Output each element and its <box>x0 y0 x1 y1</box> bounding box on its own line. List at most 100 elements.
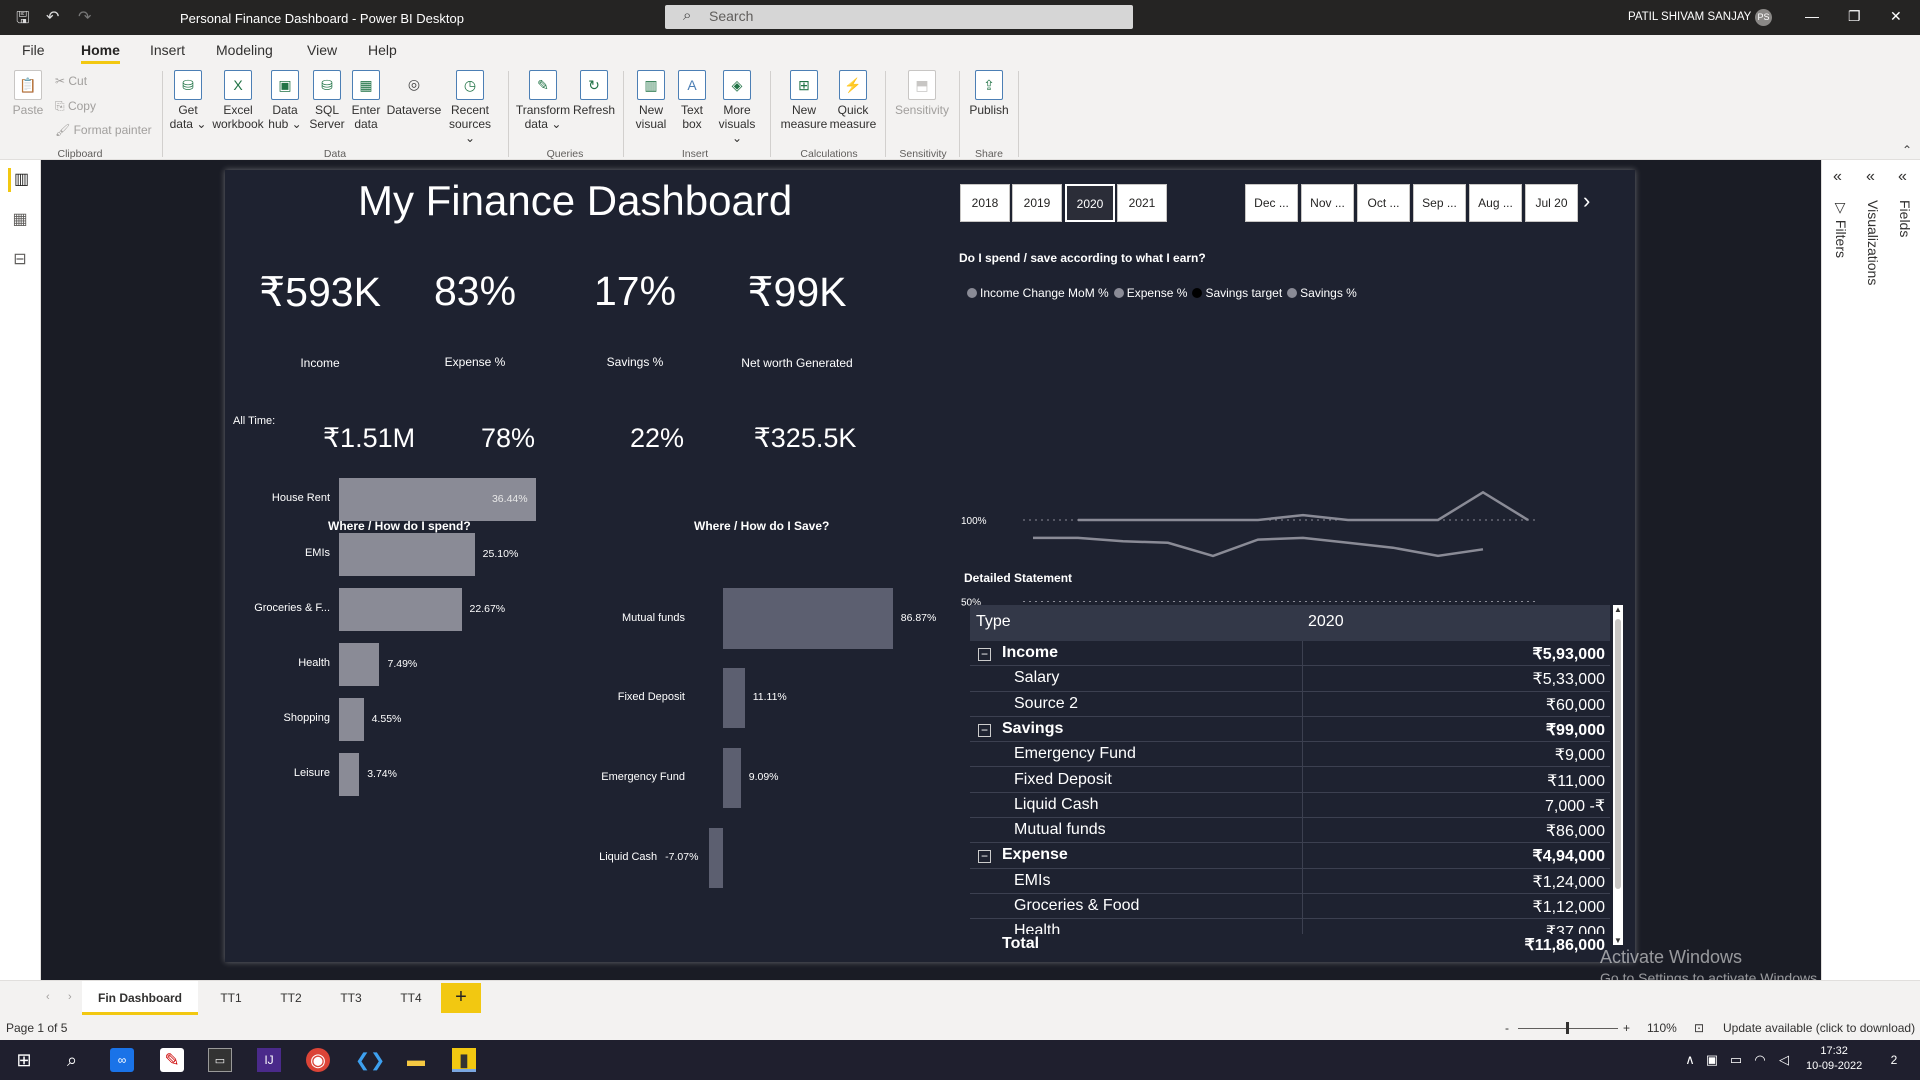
power-bi-icon[interactable]: ▮ <box>452 1048 476 1072</box>
app-icon[interactable]: ∞ <box>110 1048 134 1072</box>
refresh-button[interactable]: ↻ Refresh <box>572 70 616 117</box>
table-row[interactable]: Fixed Deposit ₹11,000 <box>970 768 1610 793</box>
transform-data-button[interactable]: ✎ Transform data ⌄ <box>514 70 572 131</box>
slicer-month[interactable]: Jul 20 <box>1525 184 1578 222</box>
scroll-up-icon[interactable]: ▲ <box>1614 605 1622 614</box>
fields-pane-tab[interactable]: Fields <box>1897 200 1913 237</box>
tab-fin-dashboard[interactable]: Fin Dashboard <box>82 981 198 1015</box>
slicer-month[interactable]: Sep ... <box>1413 184 1466 222</box>
chrome-icon[interactable]: ◉ <box>306 1048 330 1072</box>
spend-bar[interactable] <box>339 643 380 686</box>
zoom-out-button[interactable]: - <box>1505 1021 1509 1035</box>
table-row[interactable]: Mutual funds ₹86,000 <box>970 818 1610 844</box>
line-series[interactable] <box>1033 536 1484 558</box>
sensitivity-button[interactable]: ⬒ Sensitivity <box>893 70 951 117</box>
scroll-down-icon[interactable]: ▼ <box>1614 936 1622 945</box>
spend-bar[interactable] <box>339 698 364 741</box>
taskbar-clock[interactable]: 17:32 10-09-2022 <box>1806 1044 1862 1074</box>
slicer-year-2018[interactable]: 2018 <box>960 184 1010 222</box>
spend-bar[interactable] <box>339 588 462 631</box>
collapse-icon[interactable]: − <box>978 723 991 737</box>
tab-tt4[interactable]: TT4 <box>386 981 436 1015</box>
table-row[interactable]: Liquid Cash 7,000 -₹ <box>970 793 1610 819</box>
table-row[interactable]: − Income ₹5,93,000 <box>970 641 1610 667</box>
recent-sources-button[interactable]: ◷ Recent sources ⌄ <box>444 70 496 145</box>
tray-app-icon[interactable]: ▣ <box>1700 1048 1724 1072</box>
search-box[interactable]: ⌕ Search <box>665 5 1133 29</box>
slicer-month[interactable]: Aug ... <box>1469 184 1522 222</box>
table-row[interactable]: EMIs ₹1,24,000 <box>970 869 1610 894</box>
cut-button[interactable]: ✂ Cut <box>55 74 87 88</box>
matrix-scrollbar[interactable]: ▲ ▼ <box>1613 605 1623 945</box>
zoom-in-button[interactable]: + <box>1623 1021 1630 1035</box>
app-icon[interactable]: ✎ <box>160 1048 184 1072</box>
next-tab-icon[interactable]: › <box>68 991 72 1003</box>
collapse-filters-icon[interactable]: « <box>1833 168 1842 186</box>
column-header-year[interactable]: 2020 <box>1308 613 1344 631</box>
expand-visualizations-icon[interactable]: « <box>1866 168 1875 186</box>
terminal-icon[interactable]: ▭ <box>208 1048 232 1072</box>
notification-icon[interactable]: 2 <box>1882 1048 1906 1072</box>
restore-icon[interactable]: ❐ <box>1848 8 1861 25</box>
search-icon[interactable]: ⌕ <box>60 1048 84 1072</box>
get-data-button[interactable]: ⛁ Get data ⌄ <box>168 70 208 131</box>
data-hub-button[interactable]: ▣ Data hub ⌄ <box>267 70 303 131</box>
text-box-button[interactable]: A Text box <box>674 70 710 131</box>
legend-item[interactable]: Savings target <box>1192 286 1282 300</box>
spend-bar[interactable] <box>339 533 475 576</box>
menu-help[interactable]: Help <box>368 42 397 58</box>
tray-chevron-icon[interactable]: ∧ <box>1678 1048 1702 1072</box>
chevron-right-icon[interactable]: › <box>1583 188 1590 214</box>
minimize-icon[interactable]: — <box>1805 8 1819 24</box>
more-visuals-button[interactable]: ◈ More visuals ⌄ <box>712 70 762 145</box>
legend-item[interactable]: Savings % <box>1287 286 1357 300</box>
collapse-icon[interactable]: − <box>978 850 991 864</box>
legend-item[interactable]: Income Change MoM % <box>967 286 1109 300</box>
menu-modeling[interactable]: Modeling <box>216 42 273 58</box>
windows-start-icon[interactable]: ⊞ <box>12 1048 36 1072</box>
battery-icon[interactable]: ▭ <box>1724 1048 1748 1072</box>
save-bar[interactable] <box>709 828 723 888</box>
enter-data-button[interactable]: ▦ Enter data <box>349 70 383 131</box>
expand-fields-icon[interactable]: « <box>1898 168 1907 186</box>
report-view-icon[interactable]: ▥ <box>8 168 32 192</box>
redo-icon[interactable]: ↷ <box>78 7 91 27</box>
close-icon[interactable]: ✕ <box>1890 8 1902 25</box>
slicer-month[interactable]: Nov ... <box>1301 184 1354 222</box>
visualizations-pane-tab[interactable]: Visualizations <box>1865 200 1881 285</box>
sql-server-button[interactable]: ⛁ SQL Server <box>307 70 347 131</box>
table-row[interactable]: Emergency Fund ₹9,000 <box>970 742 1610 768</box>
table-row[interactable]: Source 2 ₹60,000 <box>970 692 1610 717</box>
save-bar[interactable] <box>723 748 741 808</box>
prev-tab-icon[interactable]: ‹ <box>46 991 50 1003</box>
menu-insert[interactable]: Insert <box>150 42 185 58</box>
slicer-year-2020[interactable]: 2020 <box>1065 184 1115 222</box>
column-header-type[interactable]: Type <box>976 613 1011 631</box>
dataverse-button[interactable]: ◎ Dataverse <box>386 70 442 117</box>
collapse-ribbon-icon[interactable]: ⌃ <box>1902 143 1912 157</box>
save-bar[interactable] <box>723 668 745 728</box>
add-page-button[interactable]: + <box>441 983 481 1013</box>
line-chart[interactable]: 100%50%0%Jan 2020Mar 2020May 2020Jul 202… <box>953 328 1613 608</box>
slicer-year-2021[interactable]: 2021 <box>1117 184 1167 222</box>
table-row[interactable]: − Expense ₹4,94,000 <box>970 843 1610 869</box>
model-view-icon[interactable]: ⊟ <box>8 248 32 272</box>
table-row[interactable]: − Savings ₹99,000 <box>970 717 1610 743</box>
paste-button[interactable]: 📋 Paste <box>12 70 44 117</box>
slicer-month[interactable]: Oct ... <box>1357 184 1410 222</box>
volume-icon[interactable]: ◁ <box>1772 1048 1796 1072</box>
collapse-icon[interactable]: − <box>978 648 991 661</box>
vscode-icon[interactable]: ❮❯ <box>355 1048 385 1072</box>
undo-icon[interactable]: ↶ <box>46 7 59 27</box>
wifi-icon[interactable]: ◠ <box>1748 1048 1772 1072</box>
menu-home[interactable]: Home <box>81 42 120 64</box>
all-time-net-worth[interactable]: ₹325.5K <box>715 423 895 454</box>
zoom-level[interactable]: 110% <box>1647 1021 1677 1035</box>
tab-tt1[interactable]: TT1 <box>206 981 256 1015</box>
zoom-slider-thumb[interactable] <box>1566 1022 1569 1034</box>
line-series[interactable] <box>1078 490 1529 522</box>
data-view-icon[interactable]: ▦ <box>8 208 32 232</box>
new-visual-button[interactable]: ▥ New visual <box>630 70 672 131</box>
menu-file[interactable]: File <box>22 42 45 58</box>
kpi-card-expense[interactable]: 83% Expense % <box>385 268 565 369</box>
